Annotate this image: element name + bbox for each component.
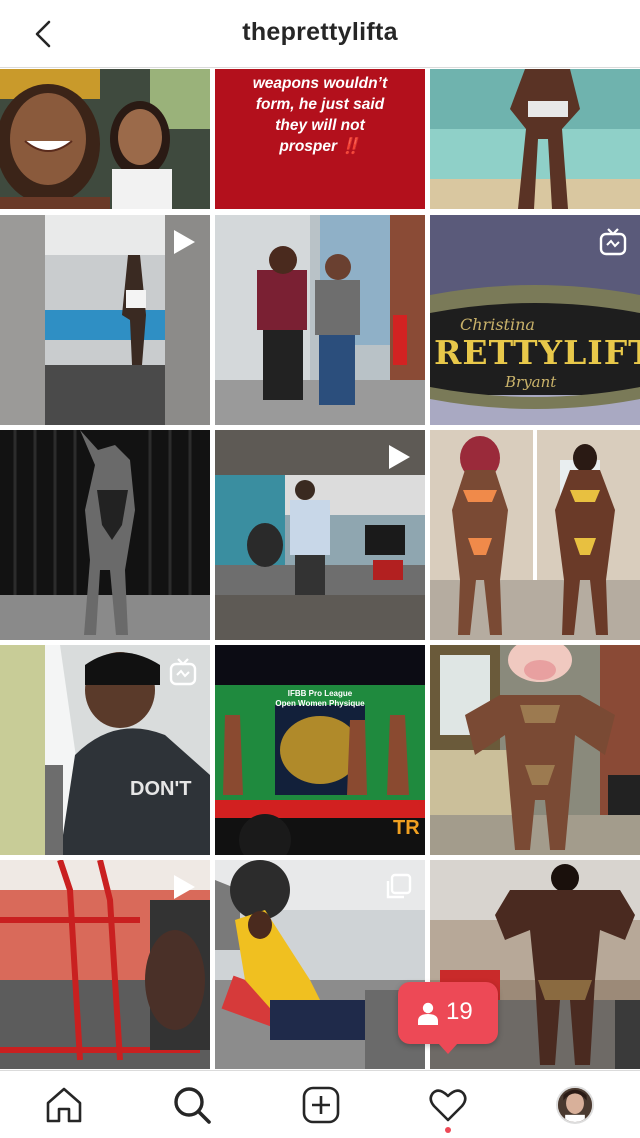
notification-count: 19 (446, 998, 473, 1025)
home-icon (46, 1087, 82, 1123)
story-text: weapons wouldn’t form, he just said they… (252, 75, 388, 155)
belt-name-main: RETTYLIFTA (434, 333, 640, 372)
posts-grid: weapons wouldn’t form, he just said they… (0, 69, 640, 1069)
carousel-icon (386, 873, 412, 899)
search-icon (174, 1087, 211, 1124)
post-tile[interactable] (215, 215, 425, 425)
tab-activity[interactable] (428, 1085, 468, 1125)
top-bar: theprettylifta (0, 0, 640, 68)
profile-avatar (558, 1088, 592, 1122)
post-tile[interactable] (215, 430, 425, 640)
tab-profile[interactable] (556, 1086, 594, 1124)
sponsor-text: TR (393, 817, 420, 839)
stage-banner: IFBB Pro League Open Women Physique (275, 689, 365, 708)
post-tile[interactable] (430, 645, 640, 855)
post-image (215, 215, 425, 425)
play-icon (389, 445, 410, 469)
add-icon (302, 1086, 340, 1124)
post-tile[interactable] (430, 430, 640, 640)
post-tile[interactable] (0, 430, 210, 640)
heart-icon (429, 1089, 467, 1122)
tab-search[interactable] (172, 1085, 212, 1125)
post-image (430, 430, 640, 640)
post-tile[interactable] (0, 860, 210, 1069)
activity-indicator-dot (445, 1127, 451, 1133)
post-tile[interactable]: DON'T (0, 645, 210, 855)
post-tile[interactable]: weapons wouldn’t form, he just said they… (215, 69, 425, 209)
post-tile[interactable] (215, 860, 425, 1069)
activity-notification-badge[interactable]: 19 (398, 982, 498, 1054)
play-icon (174, 875, 195, 899)
belt-name-top: Christina (460, 315, 535, 334)
igtv-icon (599, 228, 627, 256)
post-image (430, 645, 640, 855)
post-image (430, 69, 640, 209)
igtv-icon (169, 658, 197, 686)
post-tile[interactable]: Christina RETTYLIFTA Bryant (430, 215, 640, 425)
tab-new-post[interactable] (301, 1085, 341, 1125)
belt-name-bottom: Bryant (505, 373, 557, 391)
post-tile[interactable]: IFBB Pro League Open Women Physique TR (215, 645, 425, 855)
bottom-tab-bar (0, 1070, 640, 1138)
post-tile[interactable] (430, 69, 640, 209)
person-icon (418, 1002, 438, 1025)
svg-text:DON'T: DON'T (130, 778, 191, 800)
post-image (0, 430, 210, 640)
post-image (0, 69, 210, 209)
play-icon (174, 230, 195, 254)
post-tile[interactable] (0, 215, 210, 425)
profile-username: theprettylifta (242, 18, 398, 46)
tab-home[interactable] (44, 1085, 84, 1125)
